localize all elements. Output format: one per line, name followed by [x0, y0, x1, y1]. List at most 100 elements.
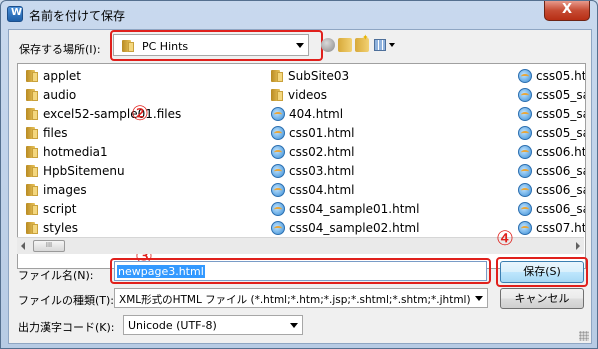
list-item[interactable]: styles — [26, 218, 78, 236]
save-as-dialog: W 名前を付けて保存 X 保存する場所(I): PC Hints appleta… — [0, 0, 598, 349]
highlight-save — [496, 257, 588, 287]
html-file-icon — [518, 87, 532, 102]
html-file-icon — [271, 220, 285, 235]
list-item[interactable]: css05_sa — [518, 85, 585, 103]
html-file-icon — [518, 182, 532, 197]
chevron-down-icon — [475, 296, 483, 301]
encoding-value: Unicode (UTF-8) — [128, 319, 217, 332]
folder-icon — [26, 88, 39, 101]
list-item[interactable]: videos — [271, 85, 327, 103]
filename-label: ファイル名(N): — [18, 269, 94, 282]
html-file-icon — [271, 201, 285, 216]
list-item-label: styles — [43, 220, 79, 235]
list-item-label: css01.html — [289, 125, 355, 140]
dialog-body: 保存する場所(I): PC Hints appletaudioexcel52-s… — [8, 29, 592, 344]
list-item[interactable]: css05.ht — [518, 66, 586, 84]
encoding-label: 出力漢字コード(K): — [18, 321, 115, 334]
scroll-right-icon[interactable] — [576, 242, 580, 250]
up-folder-icon[interactable] — [338, 38, 352, 52]
html-file-icon — [518, 163, 532, 178]
list-item[interactable]: images — [26, 180, 87, 198]
list-item[interactable]: 404.html — [271, 104, 343, 122]
list-item[interactable]: script — [26, 199, 76, 217]
list-item[interactable]: css01.html — [271, 123, 355, 141]
new-folder-icon[interactable] — [355, 33, 369, 52]
folder-icon — [26, 202, 39, 215]
folder-icon — [26, 69, 39, 82]
html-file-icon — [271, 182, 285, 197]
list-item-label: css07.ht — [536, 220, 586, 235]
back-icon[interactable] — [321, 38, 335, 52]
html-file-icon — [518, 106, 532, 121]
filetype-value: XML形式のHTML ファイル (*.html;*.htm;*.jsp;*.sh… — [119, 294, 471, 306]
list-item[interactable]: HpbSitemenu — [26, 161, 125, 179]
marker-2: ② — [131, 101, 149, 125]
app-logo-icon: W — [7, 6, 23, 22]
list-item[interactable]: css06_sa — [518, 161, 585, 179]
list-item-label: images — [43, 182, 87, 197]
html-file-icon — [518, 68, 532, 83]
folder-icon — [271, 69, 284, 82]
html-file-icon — [271, 144, 285, 159]
list-item[interactable]: css05_sa — [518, 123, 585, 141]
list-item-label: css06_sa — [536, 201, 586, 216]
close-button[interactable]: X — [544, 1, 590, 21]
scroll-left-icon[interactable] — [21, 242, 25, 250]
list-item[interactable]: css04.html — [271, 180, 355, 198]
list-item-label: css04_sample01.html — [289, 201, 420, 216]
folder-icon — [26, 164, 39, 177]
list-item[interactable]: css06_sa — [518, 180, 586, 198]
html-file-icon — [271, 125, 285, 140]
list-item[interactable]: css04_sample02.html — [271, 218, 419, 236]
list-item-label: videos — [288, 87, 328, 102]
list-item-label: css03.html — [289, 163, 355, 178]
html-file-icon — [518, 201, 532, 216]
folder-icon — [26, 221, 39, 234]
list-item[interactable]: audio — [26, 85, 76, 103]
list-item[interactable]: SubSite03 — [271, 66, 349, 84]
folder-icon — [26, 183, 39, 196]
view-menu-icon[interactable] — [374, 39, 386, 51]
list-item[interactable]: css02.html — [271, 142, 355, 160]
list-item-label: css04.html — [289, 182, 355, 197]
resize-grip[interactable] — [579, 331, 589, 341]
list-item-label: audio — [43, 87, 77, 102]
location-label: 保存する場所(I): — [19, 43, 101, 56]
html-file-icon — [518, 220, 532, 235]
list-item[interactable]: files — [26, 123, 68, 141]
list-item[interactable]: css05_sa — [518, 104, 586, 122]
highlight-filename — [110, 258, 491, 284]
list-item[interactable]: css06_sa — [518, 199, 586, 217]
dialog-title: 名前を付けて保存 — [29, 9, 126, 23]
folder-icon — [26, 107, 39, 120]
list-item[interactable]: applet — [26, 66, 81, 84]
list-item-label: css04_sample02.html — [289, 220, 420, 235]
html-file-icon — [271, 106, 285, 121]
list-item-label: css05.ht — [536, 68, 586, 83]
list-item-label: hotmedia1 — [43, 144, 108, 159]
marker-4: ④ — [496, 226, 514, 250]
cancel-button[interactable]: キャンセル — [500, 288, 584, 309]
highlight-location — [110, 30, 323, 61]
html-file-icon — [518, 125, 532, 140]
html-file-icon — [518, 144, 532, 159]
list-item[interactable]: hotmedia1 — [26, 142, 108, 160]
list-item-label: css02.html — [289, 144, 355, 159]
list-item[interactable]: css06.ht — [518, 142, 585, 160]
list-item-label: css06_sa — [536, 182, 586, 197]
list-item-label: 404.html — [289, 106, 344, 121]
scroll-thumb[interactable]: III — [33, 240, 65, 252]
encoding-dropdown[interactable]: Unicode (UTF-8) — [123, 315, 303, 335]
list-item[interactable]: css04_sample01.html — [271, 199, 419, 217]
view-menu-chevron-down-icon[interactable] — [389, 43, 395, 47]
list-item-label: css05_sa — [536, 106, 586, 121]
list-item[interactable]: excel52-sample01.files — [26, 104, 181, 122]
list-item-label: files — [43, 125, 68, 140]
list-item[interactable]: css07.ht — [518, 218, 586, 236]
title-bar: W 名前を付けて保存 X — [1, 1, 597, 29]
list-item-label: SubSite03 — [288, 68, 350, 83]
list-item[interactable]: css03.html — [271, 161, 355, 179]
folder-icon — [26, 126, 39, 139]
filetype-dropdown[interactable]: XML形式のHTML ファイル (*.html;*.htm;*.jsp;*.sh… — [114, 288, 488, 308]
list-item-label: script — [43, 201, 77, 216]
